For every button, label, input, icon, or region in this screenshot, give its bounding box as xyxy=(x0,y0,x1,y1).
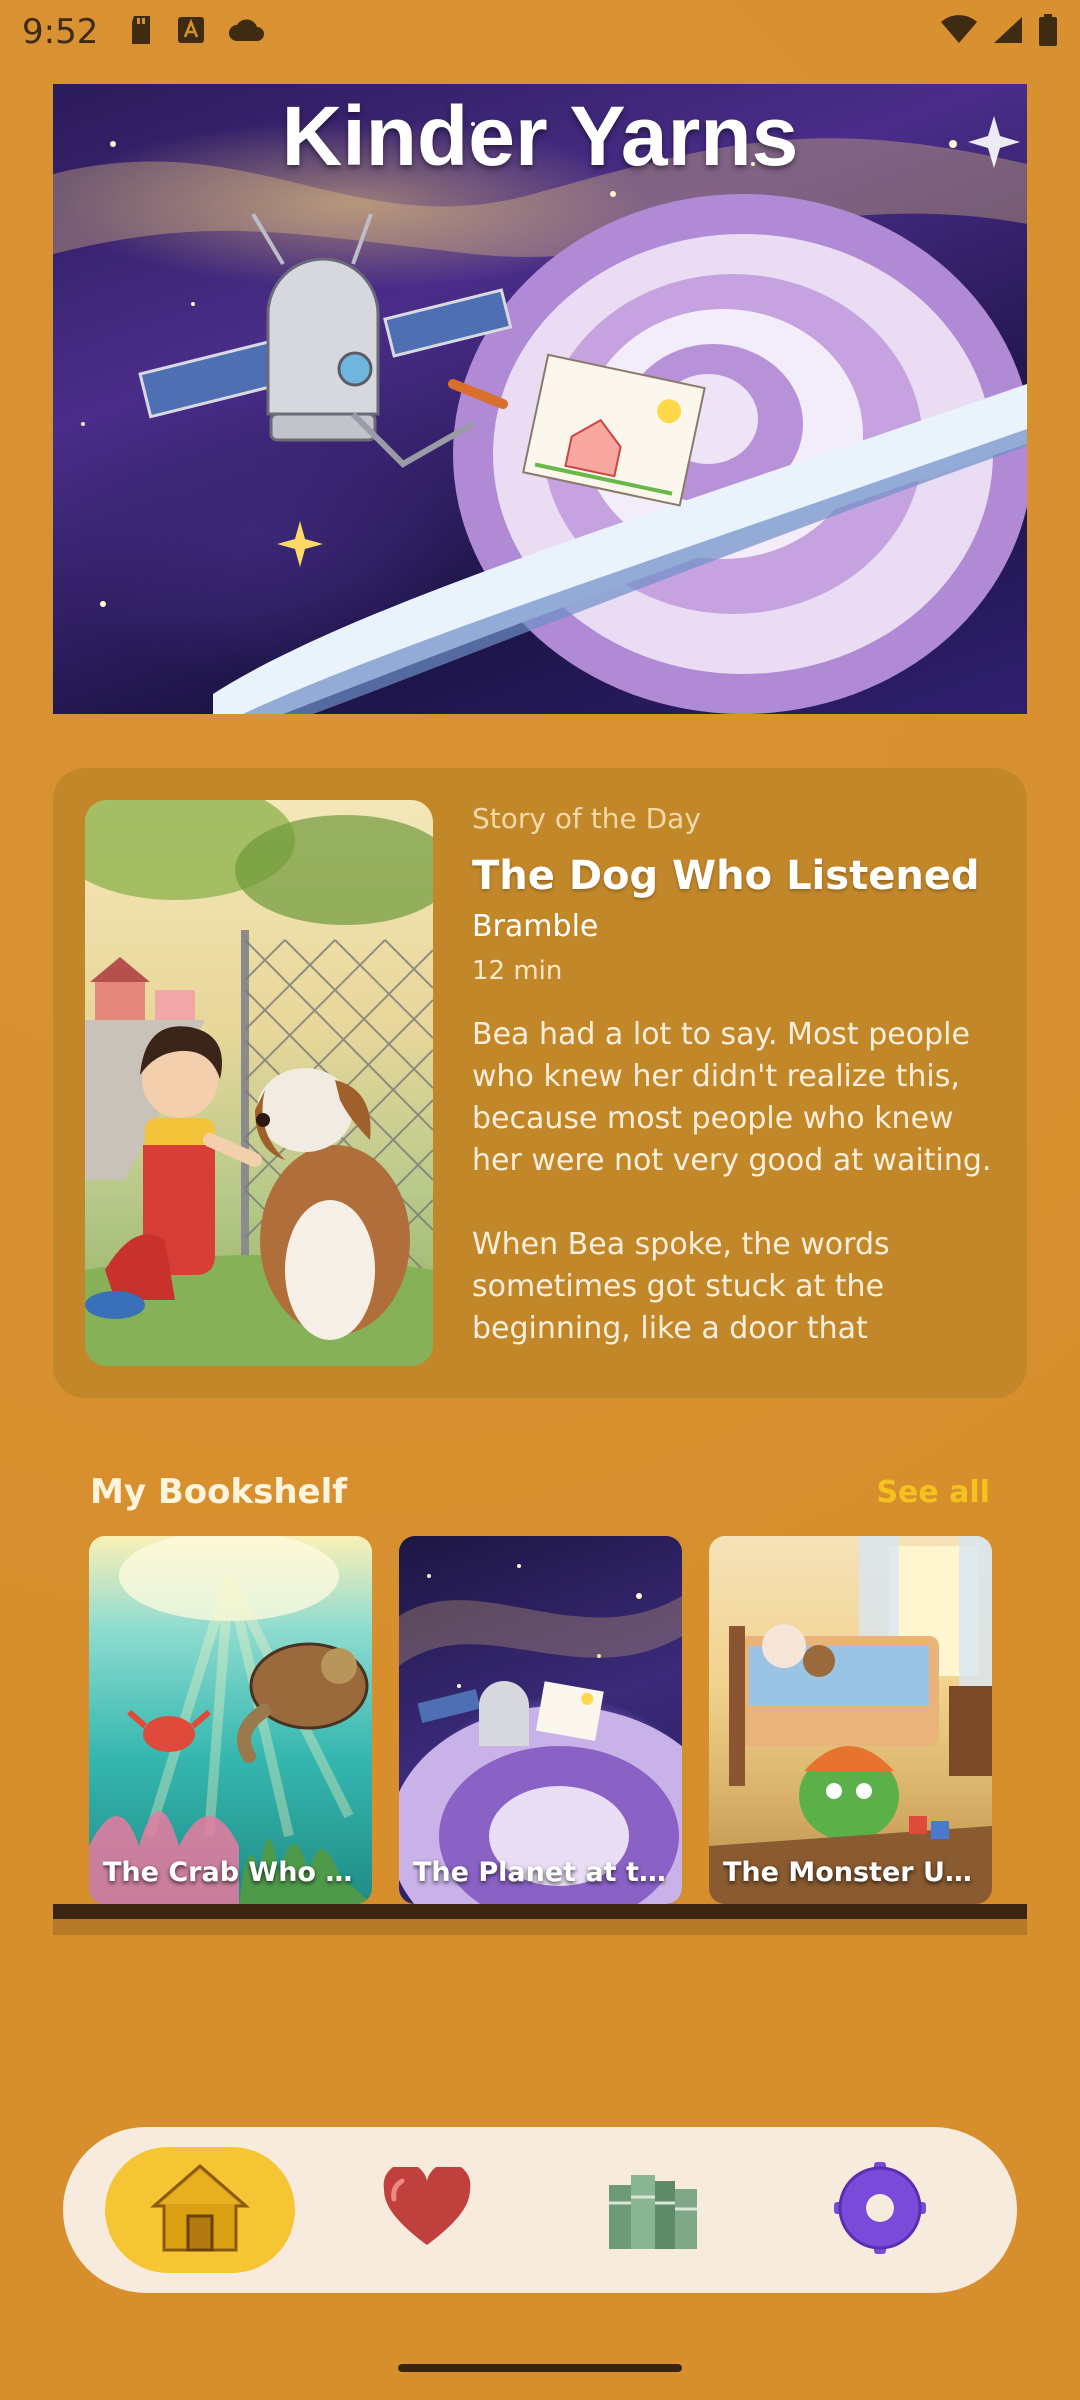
app-title: Kinder Yarns xyxy=(281,89,799,183)
bookshelf-row: The Crab Who W… The Planet at th… The Mo… xyxy=(89,1536,992,1904)
shelf-board xyxy=(53,1904,1027,1919)
book-title: The Monster Un… xyxy=(723,1857,981,1888)
books-icon xyxy=(603,2163,703,2258)
story-title[interactable]: The Dog Who Listened xyxy=(472,853,1002,899)
book-cover-ocean xyxy=(89,1536,372,1904)
nav-library[interactable] xyxy=(558,2147,748,2273)
book-title: The Crab Who W… xyxy=(103,1857,361,1888)
cloud-icon xyxy=(228,17,266,48)
story-of-the-day-label: Story of the Day xyxy=(472,802,701,835)
signal-icon xyxy=(992,15,1024,50)
status-icons-right xyxy=(940,13,1058,51)
wifi-icon xyxy=(940,14,978,50)
story-author: Bramble xyxy=(472,909,599,944)
shelf-shadow xyxy=(53,1919,1027,1935)
bottom-navigation xyxy=(63,2127,1017,2293)
book-cover-space xyxy=(399,1564,682,1904)
heart-icon xyxy=(382,2162,472,2254)
story-cover-image[interactable] xyxy=(85,800,433,1366)
hero-banner: Kinder Yarns xyxy=(53,84,1027,714)
status-time: 9:52 xyxy=(22,12,99,52)
status-bar: 9:52 xyxy=(0,0,1080,64)
story-duration: 12 min xyxy=(472,956,563,986)
story-excerpt: Bea had a lot to say. Most people who kn… xyxy=(472,1017,992,1346)
status-icons-left xyxy=(128,14,266,51)
book-card[interactable]: The Monster Un… xyxy=(709,1536,992,1904)
nav-home[interactable] xyxy=(105,2147,296,2273)
bookshelf-title: My Bookshelf xyxy=(90,1472,348,1512)
see-all-link[interactable]: See all xyxy=(876,1475,990,1510)
story-cover-illustration xyxy=(85,800,433,1366)
book-card[interactable]: The Crab Who W… xyxy=(89,1536,372,1904)
home-icon xyxy=(150,2160,251,2261)
book-title: The Planet at th… xyxy=(413,1857,671,1888)
nav-favorites[interactable] xyxy=(332,2147,522,2273)
home-indicator[interactable] xyxy=(398,2364,682,2372)
story-details: Story of the Day The Dog Who Listened Br… xyxy=(472,802,1002,1350)
book-cover-bedroom xyxy=(709,1536,992,1904)
settings-gear-icon xyxy=(832,2160,928,2261)
book-card[interactable]: The Planet at th… xyxy=(399,1536,682,1904)
bookshelf-header: My Bookshelf See all xyxy=(90,1472,990,1512)
battery-icon xyxy=(1038,13,1058,51)
story-of-the-day-card[interactable]: Story of the Day The Dog Who Listened Br… xyxy=(53,768,1027,1398)
text-a-icon xyxy=(176,15,206,50)
sd-card-icon xyxy=(128,14,154,51)
nav-settings[interactable] xyxy=(785,2147,975,2273)
